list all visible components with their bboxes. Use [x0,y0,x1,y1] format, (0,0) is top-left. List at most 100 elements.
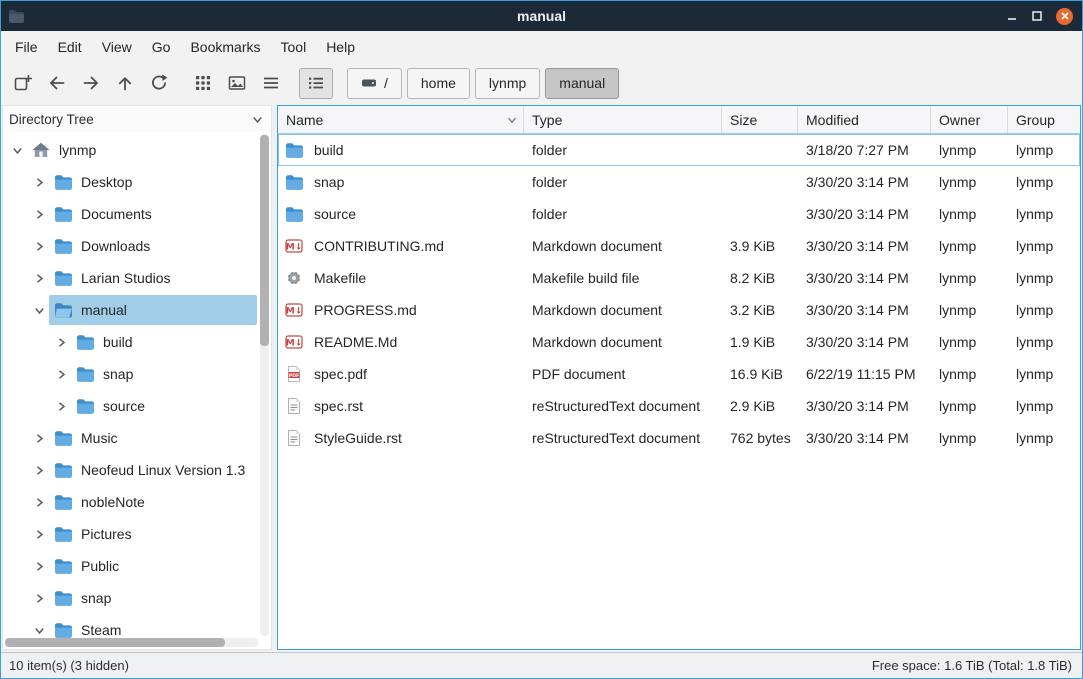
file-owner: lynmp [931,270,1008,286]
menu-help[interactable]: Help [316,33,365,61]
tree-item-music[interactable]: Music [3,422,257,454]
tree-item-manual[interactable]: manual [3,294,257,326]
detailed-list-view-button[interactable] [299,68,333,99]
tree-item-body[interactable]: Pictures [49,519,257,549]
tree-item-body[interactable]: manual [49,295,257,325]
content-area: Directory Tree lynmpDesktopDocumentsDown… [1,104,1082,652]
column-header-name[interactable]: Name [278,106,524,133]
file-row-build[interactable]: buildfolder3/18/20 7:27 PMlynmplynmp [278,134,1080,166]
new-tab-button[interactable] [7,67,39,99]
file-type: Markdown document [524,334,722,350]
tree-item-pictures[interactable]: Pictures [3,518,257,550]
close-button[interactable] [1056,8,1073,25]
file-row-snap[interactable]: snapfolder3/30/20 3:14 PMlynmplynmp [278,166,1080,198]
titlebar[interactable]: manual [1,1,1082,31]
forward-button[interactable] [75,67,107,99]
tree-item-body[interactable]: Neofeud Linux Version 1.3 [49,455,257,485]
thumbnail-view-button[interactable] [221,67,253,99]
tree-item-body[interactable]: Downloads [49,231,257,261]
file-row-progress-md[interactable]: M↓PROGRESS.mdMarkdown document3.2 KiB3/3… [278,294,1080,326]
scrollbar-thumb[interactable] [260,135,269,346]
sidebar-header[interactable]: Directory Tree [3,106,271,132]
tree-item-body[interactable]: lynmp [27,135,257,165]
up-button[interactable] [109,67,141,99]
tree-item-body[interactable]: build [71,327,257,357]
tree-item-lynmp[interactable]: lynmp [3,134,257,166]
chevron-down-icon[interactable] [29,625,49,636]
tree-item-public[interactable]: Public [3,550,257,582]
tree-item-source[interactable]: source [3,390,257,422]
tree-item-build[interactable]: build [3,326,257,358]
menu-view[interactable]: View [92,33,142,61]
file-modified: 3/30/20 3:14 PM [798,206,931,222]
reload-button[interactable] [143,67,175,99]
icon-view-button[interactable] [187,67,219,99]
column-header-modified[interactable]: Modified [798,106,931,133]
tree-item-body[interactable]: snap [71,359,257,389]
tree-item-snap[interactable]: snap [3,582,257,614]
back-button[interactable] [41,67,73,99]
breadcrumb-lynmp[interactable]: lynmp [475,68,540,99]
chevron-right-icon[interactable] [51,401,71,412]
breadcrumb-home[interactable]: home [407,68,470,99]
tree-item-body[interactable]: source [71,391,257,421]
sidebar-horizontal-scrollbar[interactable] [5,638,258,647]
tree-item-body[interactable]: Public [49,551,257,581]
tree-item-noblenote[interactable]: nobleNote [3,486,257,518]
column-header-size[interactable]: Size [722,106,798,133]
tree-item-body[interactable]: snap [49,583,257,613]
chevron-right-icon[interactable] [29,593,49,604]
chevron-right-icon[interactable] [29,529,49,540]
file-row-spec-pdf[interactable]: PDFspec.pdfPDF document16.9 KiB6/22/19 1… [278,358,1080,390]
breadcrumb-root[interactable]: / [347,68,402,99]
chevron-right-icon[interactable] [51,369,71,380]
tree-item-body[interactable]: Larian Studios [49,263,257,293]
tree-item-body[interactable]: nobleNote [49,487,257,517]
file-row-contributing-md[interactable]: M↓CONTRIBUTING.mdMarkdown document3.9 Ki… [278,230,1080,262]
file-owner: lynmp [931,334,1008,350]
toolbar: /homelynmpmanual [1,62,1082,104]
chevron-right-icon[interactable] [29,465,49,476]
file-row-readme-md[interactable]: M↓README.MdMarkdown document1.9 KiB3/30/… [278,326,1080,358]
scrollbar-thumb[interactable] [5,638,225,647]
tree-item-body[interactable]: Desktop [49,167,257,197]
file-row-makefile[interactable]: MakefileMakefile build file8.2 KiB3/30/2… [278,262,1080,294]
chevron-right-icon[interactable] [29,561,49,572]
tree-item-body[interactable]: Documents [49,199,257,229]
chevron-down-icon[interactable] [252,114,263,125]
tree-item-larian-studios[interactable]: Larian Studios [3,262,257,294]
tree-item-desktop[interactable]: Desktop [3,166,257,198]
file-row-styleguide-rst[interactable]: StyleGuide.rstreStructuredText document7… [278,422,1080,454]
tree-item-neofeud-linux-version-1-3[interactable]: Neofeud Linux Version 1.3 [3,454,257,486]
file-row-spec-rst[interactable]: spec.rstreStructuredText document2.9 KiB… [278,390,1080,422]
menu-file[interactable]: File [5,33,48,61]
chevron-right-icon[interactable] [29,273,49,284]
chevron-right-icon[interactable] [29,209,49,220]
tree-item-body[interactable]: Music [49,423,257,453]
tree-item-snap[interactable]: snap [3,358,257,390]
breadcrumb-manual[interactable]: manual [545,68,619,99]
tree-item-downloads[interactable]: Downloads [3,230,257,262]
file-row-source[interactable]: sourcefolder3/30/20 3:14 PMlynmplynmp [278,198,1080,230]
column-header-type[interactable]: Type [524,106,722,133]
column-header-owner[interactable]: Owner [931,106,1008,133]
folder-icon [54,270,73,286]
menu-edit[interactable]: Edit [48,33,92,61]
chevron-down-icon[interactable] [7,145,27,156]
menu-bookmarks[interactable]: Bookmarks [180,33,270,61]
compact-view-button[interactable] [255,67,287,99]
tree-item-documents[interactable]: Documents [3,198,257,230]
chevron-right-icon[interactable] [29,177,49,188]
menu-go[interactable]: Go [142,33,181,61]
chevron-right-icon[interactable] [51,337,71,348]
chevron-down-icon[interactable] [29,305,49,316]
menu-tool[interactable]: Tool [271,33,317,61]
chevron-right-icon[interactable] [29,497,49,508]
sidebar-vertical-scrollbar[interactable] [260,134,269,636]
chevron-right-icon[interactable] [29,433,49,444]
maximize-button[interactable] [1031,10,1043,22]
minimize-button[interactable] [1006,10,1018,22]
column-header-group[interactable]: Group [1008,106,1080,133]
folder-icon [54,238,73,254]
chevron-right-icon[interactable] [29,241,49,252]
